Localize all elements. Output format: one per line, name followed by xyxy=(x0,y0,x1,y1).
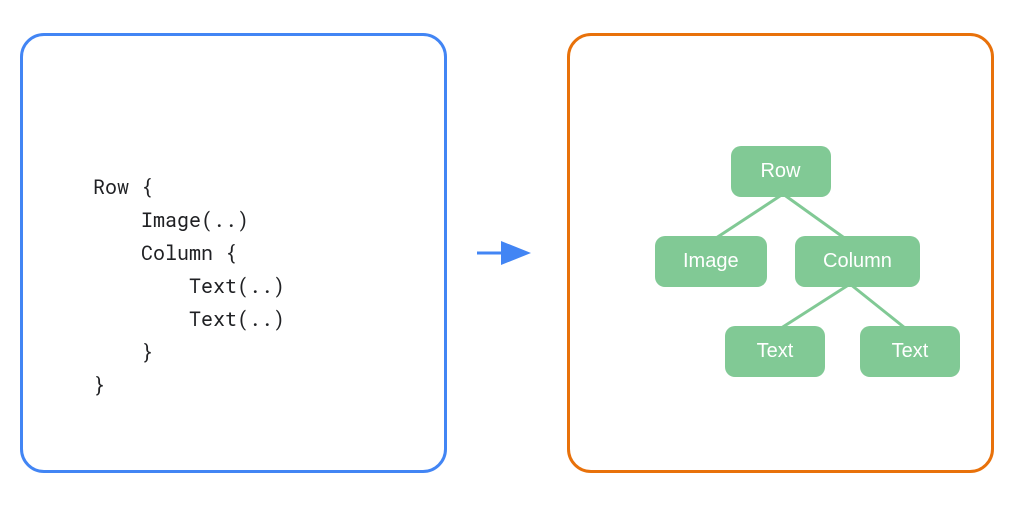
tree-panel: Row Image Column Text Text xyxy=(567,33,994,473)
arrow-icon xyxy=(477,238,537,268)
tree-node-label: Text xyxy=(757,340,794,363)
tree-container: Row Image Column Text Text xyxy=(570,36,991,470)
tree-node-label: Row xyxy=(760,160,800,183)
code-line-2: Image(..) xyxy=(93,207,249,233)
code-panel: Row { Image(..) Column { Text(..) Text(.… xyxy=(20,33,447,473)
tree-node-column: Column xyxy=(795,236,920,287)
tree-node-row: Row xyxy=(731,146,831,197)
diagram-container: Row { Image(..) Column { Text(..) Text(.… xyxy=(0,0,1014,506)
code-line-3: Column { xyxy=(93,240,237,266)
code-line-1: Row { xyxy=(93,174,153,200)
tree-node-label: Text xyxy=(892,340,929,363)
tree-node-label: Column xyxy=(823,250,892,273)
tree-node-text-2: Text xyxy=(860,326,960,377)
code-line-6: } xyxy=(93,339,153,365)
tree-node-text-1: Text xyxy=(725,326,825,377)
code-line-7: } xyxy=(93,372,105,398)
tree-edges xyxy=(570,36,991,470)
code-line-4: Text(..) xyxy=(93,273,285,299)
code-line-5: Text(..) xyxy=(93,306,285,332)
tree-node-label: Image xyxy=(683,250,739,273)
code-block: Row { Image(..) Column { Text(..) Text(.… xyxy=(93,171,285,402)
tree-node-image: Image xyxy=(655,236,767,287)
